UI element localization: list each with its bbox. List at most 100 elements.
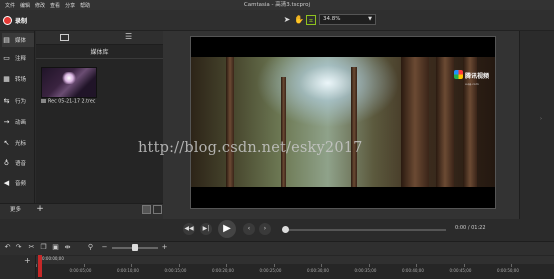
media-item-label: Rec 05-21-17 2.trec <box>41 99 101 105</box>
speaker-icon: ◀ <box>3 179 10 187</box>
preview-canvas[interactable]: 腾讯视频 v.qq.com <box>190 36 496 209</box>
crop-icon[interactable]: ⌗ <box>306 15 316 25</box>
properties-panel <box>519 31 554 219</box>
menu-bar: 文件 编辑 修改 查看 分享 帮助 <box>0 0 554 10</box>
step-back-button[interactable]: ▶| <box>200 223 212 235</box>
tick-mark <box>368 264 370 267</box>
media-bin-title: 媒体库 <box>36 47 163 59</box>
paste-icon[interactable]: ▣ <box>51 243 60 252</box>
logo-text: 腾讯视频 <box>464 73 489 80</box>
copy-icon[interactable]: ❐ <box>39 243 48 252</box>
collapse-arrow-icon[interactable]: › <box>540 116 542 122</box>
pointer-icon[interactable]: ➤ <box>282 15 292 25</box>
nav-label: 行为 <box>15 99 27 105</box>
split-icon[interactable]: ⇹ <box>63 243 72 252</box>
tick-label: 0:00:05;00 <box>69 268 92 273</box>
video-logo: 腾讯视频 v.qq.com <box>453 63 489 86</box>
grid-view-icon[interactable] <box>142 205 151 214</box>
nav-item-annotations[interactable]: ▭ 注释 <box>2 51 34 65</box>
media-bin-panel <box>36 31 163 219</box>
tick-mark <box>83 264 85 267</box>
play-button[interactable]: ▶ <box>218 220 236 238</box>
ruler-strip[interactable] <box>36 256 554 264</box>
media-item-name: Rec 05-21-17 2.trec <box>48 99 96 105</box>
tick-label: 0:00:25;00 <box>259 268 282 273</box>
more-button[interactable]: 更多 <box>10 205 21 215</box>
menu-view[interactable]: 查看 <box>50 2 60 9</box>
nav-label: 音频 <box>15 181 27 187</box>
timeline-zoom-handle[interactable] <box>132 244 138 251</box>
hand-icon[interactable]: ✋ <box>294 15 304 25</box>
zoom-out-icon[interactable]: − <box>100 243 109 252</box>
media-bin-tabs: ☰ <box>36 31 163 45</box>
monitor-icon[interactable] <box>60 34 69 41</box>
tick-label: 0:00:35;00 <box>354 268 377 273</box>
watermark-text: http://blog.csdn.net/esky2017 <box>138 140 363 156</box>
nav-item-audio[interactable]: ◀ 音频 <box>2 176 34 190</box>
time-current: 0:00 <box>455 225 467 231</box>
transition-icon: ▦ <box>3 75 10 83</box>
zoom-search-icon[interactable]: ⚲ <box>86 243 95 252</box>
scrubber-handle[interactable] <box>282 226 289 233</box>
scrubber-track[interactable] <box>286 229 446 231</box>
chevron-down-icon: ▼ <box>368 16 372 22</box>
menu-help[interactable]: 帮助 <box>80 2 90 9</box>
tick-mark <box>273 264 275 267</box>
nav-item-animations[interactable]: → 动画 <box>2 115 34 129</box>
menu-edit[interactable]: 编辑 <box>20 2 30 9</box>
tick-label: 0:00:15;00 <box>164 268 187 273</box>
tick-label: 0:00:10;00 <box>117 268 139 273</box>
redo-icon[interactable]: ↷ <box>14 243 23 252</box>
menu-file[interactable]: 文件 <box>5 2 15 9</box>
media-thumbnail[interactable] <box>41 67 97 98</box>
next-frame-button[interactable]: › <box>259 223 271 235</box>
callout-icon: ▭ <box>3 54 10 62</box>
animation-icon: → <box>3 118 10 126</box>
record-button[interactable]: 录制 <box>3 13 27 27</box>
thumbnail-image <box>61 72 77 84</box>
list-view-icon[interactable] <box>153 205 162 214</box>
nav-label: 动画 <box>15 120 27 126</box>
media-bin-footer <box>0 203 163 219</box>
nav-label: 光标 <box>15 141 27 147</box>
nav-item-transitions[interactable]: ▦ 转场 <box>2 72 34 86</box>
nav-item-cursor[interactable]: ↖ 光标 <box>2 136 34 150</box>
record-icon <box>3 15 12 25</box>
menu-share[interactable]: 分享 <box>65 2 75 9</box>
undo-icon[interactable]: ↶ <box>3 243 12 252</box>
zoom-value: 34.8% <box>323 16 341 22</box>
tick-label: 0:00:20;00 <box>212 268 234 273</box>
clip-icon <box>41 99 46 103</box>
tick-mark <box>321 264 322 267</box>
time-readout: 0:00 / 01:22 <box>455 225 486 231</box>
record-label: 录制 <box>15 17 28 25</box>
tick-label: 0:00:45;00 <box>449 268 472 273</box>
previous-frame-button[interactable]: ‹ <box>243 223 255 235</box>
tick-mark <box>416 264 417 267</box>
time-total: 01:22 <box>471 225 486 231</box>
list-icon[interactable]: ☰ <box>125 32 132 41</box>
zoom-select[interactable]: 34.8% ▼ <box>319 14 376 25</box>
nav-item-media[interactable]: ▤ 媒体 <box>2 33 34 47</box>
zoom-in-icon[interactable]: + <box>160 243 169 252</box>
film-icon: ▤ <box>3 36 10 44</box>
nav-item-behaviors[interactable]: ⇆ 行为 <box>2 94 34 108</box>
rewind-button[interactable]: ◀◀ <box>183 223 195 235</box>
tick-label: 0:00:40;00 <box>402 268 424 273</box>
cut-icon[interactable]: ✂ <box>27 243 36 252</box>
menu-modify[interactable]: 修改 <box>35 2 45 9</box>
tick-mark <box>226 264 227 267</box>
nav-item-voice[interactable]: ♁ 语音 <box>2 156 34 170</box>
nav-label: 注释 <box>15 56 27 62</box>
tick-mark <box>463 264 465 267</box>
toolbar <box>0 10 554 31</box>
behavior-icon: ⇆ <box>3 97 10 105</box>
tick-mark <box>36 264 37 267</box>
video-frame: 腾讯视频 v.qq.com <box>191 57 495 187</box>
tick-label: 0:00:30;00 <box>307 268 329 273</box>
nav-label: 转场 <box>15 77 27 83</box>
add-icon[interactable]: + <box>35 203 45 215</box>
cursor-icon: ↖ <box>3 139 10 147</box>
tick-mark <box>511 264 512 267</box>
add-track-icon[interactable]: + <box>24 256 31 265</box>
